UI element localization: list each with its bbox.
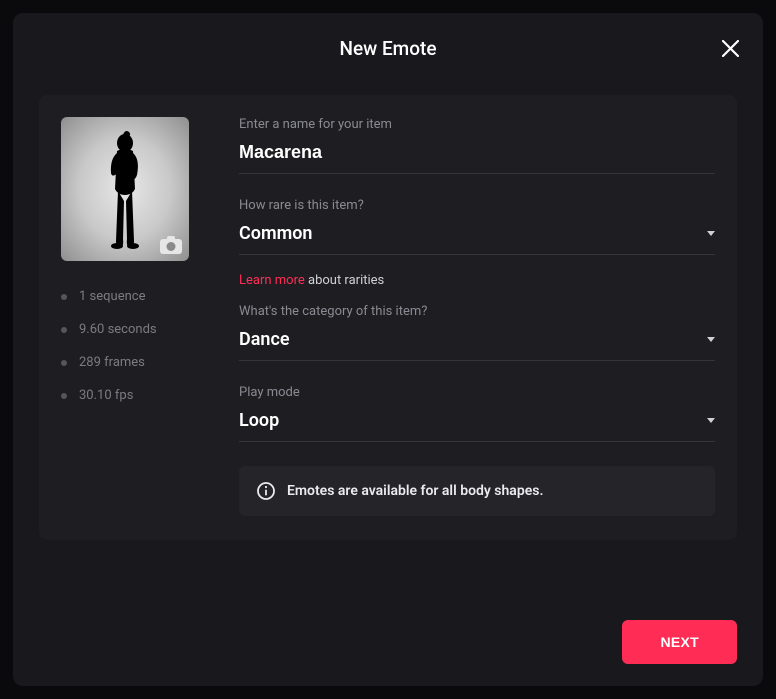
meta-item-sequence: 1 sequence — [61, 289, 213, 304]
new-emote-modal: New Emote — [13, 13, 763, 686]
modal-title: New Emote — [339, 37, 436, 60]
field-name: Enter a name for your item — [239, 117, 715, 174]
dropdown-value: Loop — [239, 410, 279, 431]
field-label: Play mode — [239, 385, 715, 400]
next-button[interactable]: NEXT — [622, 620, 737, 664]
meta-item-frames: 289 frames — [61, 355, 213, 370]
name-input[interactable] — [239, 142, 715, 174]
meta-label: 289 frames — [79, 355, 145, 370]
meta-item-fps: 30.10 fps — [61, 388, 213, 403]
meta-label: 9.60 seconds — [79, 322, 157, 337]
category-dropdown[interactable]: Dance — [239, 329, 715, 361]
modal-header: New Emote — [13, 13, 763, 83]
field-label: How rare is this item? — [239, 198, 715, 213]
meta-label: 1 sequence — [79, 289, 145, 304]
info-text: Emotes are available for all body shapes… — [287, 483, 543, 499]
bullet-icon — [61, 393, 67, 399]
left-column: 1 sequence 9.60 seconds 289 frames 30.10… — [61, 117, 213, 516]
bullet-icon — [61, 327, 67, 333]
learn-more-suffix: about rarities — [305, 273, 384, 288]
right-column: Enter a name for your item How rare is t… — [239, 117, 715, 516]
dropdown-value: Common — [239, 223, 312, 244]
field-label: Enter a name for your item — [239, 117, 715, 132]
dropdown-value: Dance — [239, 329, 290, 350]
rarity-help-text: Learn more about rarities — [239, 273, 715, 288]
meta-item-duration: 9.60 seconds — [61, 322, 213, 337]
chevron-down-icon — [707, 418, 715, 423]
content-panel: 1 sequence 9.60 seconds 289 frames 30.10… — [39, 95, 737, 540]
play-mode-dropdown[interactable]: Loop — [239, 410, 715, 442]
close-button[interactable] — [717, 35, 743, 61]
meta-label: 30.10 fps — [79, 388, 133, 403]
meta-list: 1 sequence 9.60 seconds 289 frames 30.10… — [61, 289, 213, 403]
emote-thumbnail[interactable] — [61, 117, 189, 261]
bullet-icon — [61, 360, 67, 366]
camera-icon — [159, 235, 183, 255]
chevron-down-icon — [707, 337, 715, 342]
field-category: What's the category of this item? Dance — [239, 304, 715, 361]
bullet-icon — [61, 294, 67, 300]
avatar-silhouette-icon — [90, 129, 160, 249]
rarity-dropdown[interactable]: Common — [239, 223, 715, 255]
info-icon — [257, 482, 275, 500]
info-banner: Emotes are available for all body shapes… — [239, 466, 715, 516]
field-rarity: How rare is this item? Common — [239, 198, 715, 255]
learn-more-link[interactable]: Learn more — [239, 273, 305, 288]
field-label: What's the category of this item? — [239, 304, 715, 319]
chevron-down-icon — [707, 231, 715, 236]
close-icon — [722, 40, 739, 57]
field-play-mode: Play mode Loop — [239, 385, 715, 442]
modal-footer: NEXT — [622, 620, 737, 664]
